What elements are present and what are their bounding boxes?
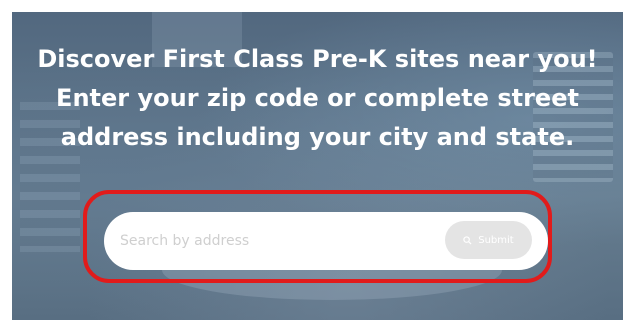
address-search-form: Submit	[104, 212, 548, 270]
headline-line-1: Discover First Class Pre-K sites near yo…	[37, 45, 598, 73]
search-icon	[463, 235, 472, 245]
headline-line-3: address including your city and state.	[60, 123, 575, 151]
submit-button[interactable]: Submit	[445, 221, 532, 259]
headline-line-2: Enter your zip code or complete street	[56, 84, 579, 112]
hero-headline: Discover First Class Pre-K sites near yo…	[0, 40, 635, 157]
address-search-input[interactable]	[120, 212, 440, 270]
submit-button-label: Submit	[478, 234, 514, 246]
